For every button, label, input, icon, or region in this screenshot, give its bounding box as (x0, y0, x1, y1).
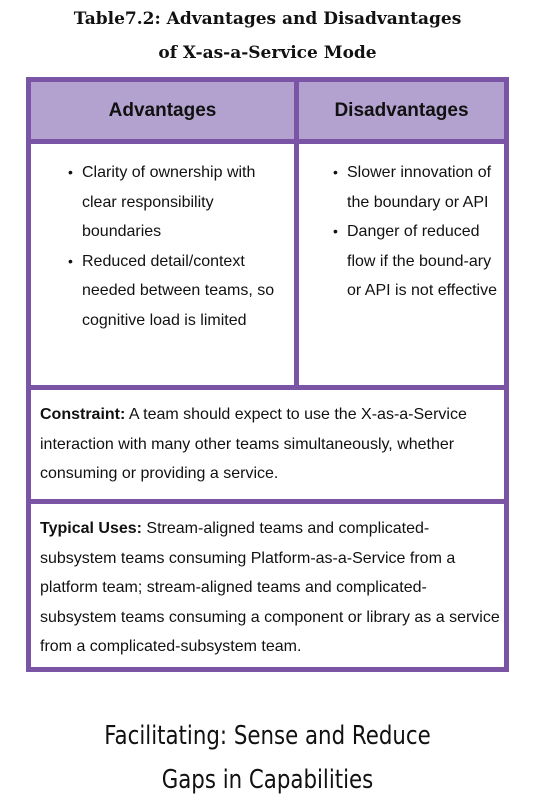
advantages-cell: • Clarity of ownership with clear respon… (31, 144, 294, 385)
disadvantages-cell: • Slower innovation of the boundary or A… (299, 144, 504, 385)
disadvantages-header-label: Disadvantages (334, 99, 469, 121)
disadvantages-list: • Slower innovation of the boundary or A… (333, 158, 498, 306)
advantages-list: • Clarity of ownership with clear respon… (68, 158, 278, 335)
bullet-icon: • (333, 223, 338, 239)
typical-uses-row: Typical Uses: Stream-aligned teams and c… (31, 504, 504, 667)
advantages-header-label: Advantages (108, 99, 217, 121)
section-heading-line-1: Facilitating: Sense and Reduce (104, 721, 431, 751)
section-heading: Facilitating: Sense and Reduce Gaps in C… (48, 714, 487, 802)
list-item: • Reduced detail/context needed between … (68, 247, 278, 336)
advantage-text: Clarity of ownership with clear responsi… (82, 164, 256, 240)
disadvantage-text: Danger of reduced flow if the bound-ary … (347, 223, 498, 299)
disadvantages-header: Disadvantages (299, 82, 504, 139)
typical-uses-paragraph: Typical Uses: Stream-aligned teams and c… (40, 514, 500, 662)
list-item: • Danger of reduced flow if the bound-ar… (333, 217, 498, 306)
constraint-label: Constraint: (40, 406, 126, 423)
x-as-a-service-table: Advantages Disadvantages • Clarity of ow… (26, 77, 509, 672)
advantages-header: Advantages (31, 82, 294, 139)
table-caption: Table7.2: Advantages and Disadvantages o… (0, 2, 535, 70)
bullet-icon: • (68, 164, 73, 180)
advantage-text: Reduced detail/context needed between te… (82, 252, 275, 329)
typical-uses-label: Typical Uses: (40, 520, 142, 537)
table-caption-line-2: of X-as-a-Service Mode (158, 43, 377, 63)
disadvantage-text: Slower innovation of the boundary or API (347, 164, 492, 211)
list-item: • Clarity of ownership with clear respon… (68, 158, 278, 247)
bullet-icon: • (333, 164, 338, 180)
table-caption-line-1: Table7.2: Advantages and Disadvantages (73, 9, 462, 29)
constraint-row: Constraint: A team should expect to use … (31, 390, 504, 499)
typical-uses-text: Stream-aligned teams and complicated-sub… (40, 520, 500, 655)
section-heading-line-2: Gaps in Capabilities (161, 765, 374, 795)
constraint-paragraph: Constraint: A team should expect to use … (40, 400, 500, 489)
list-item: • Slower innovation of the boundary or A… (333, 158, 498, 217)
bullet-icon: • (68, 252, 73, 269)
